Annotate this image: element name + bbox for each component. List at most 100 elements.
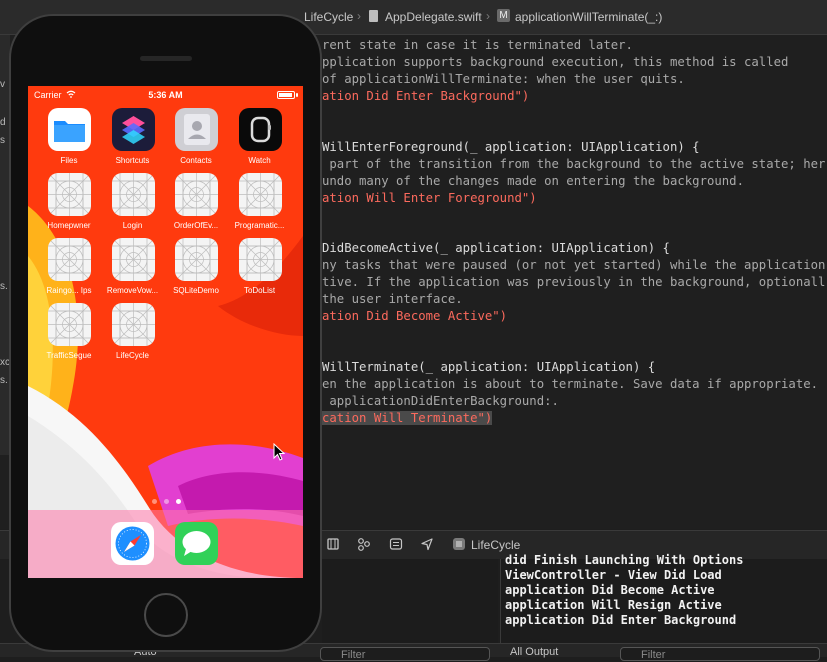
breadcrumb-file[interactable]: AppDelegate.swift <box>385 10 482 24</box>
code-line[interactable]: the user interface. <box>322 291 463 308</box>
strip-glyph: v <box>0 79 5 90</box>
page-indicator[interactable] <box>152 499 182 505</box>
view-hierarchy-icon[interactable] <box>326 537 340 551</box>
code-line[interactable]: tive. If the application was previously … <box>322 274 825 291</box>
code-text: tive. If the application was previously … <box>322 275 826 290</box>
console-output[interactable]: did Finish Launching With Options ViewCon… <box>500 553 827 643</box>
code-text: part of the transition from the backgrou… <box>322 156 826 171</box>
placeholder-app-icon <box>175 173 218 216</box>
app-label: RemoveVow... <box>106 286 159 295</box>
app-trafficsegue[interactable]: TrafficSegue <box>38 303 100 369</box>
app-watch[interactable]: Watch <box>229 108 291 174</box>
code-text: rent state in case it is terminated late… <box>322 38 633 52</box>
app-raingo-ips[interactable]: Raingo... Ips <box>38 238 100 304</box>
simulator-screen[interactable]: Carrier 5:36 AM Files Shortcuts Contacts Wa… <box>28 86 303 578</box>
code-line[interactable]: ation Did Enter Background") <box>322 88 529 105</box>
code-text: ation Did Enter Background") <box>322 88 530 103</box>
app-label: Login <box>122 221 143 230</box>
app-contacts[interactable]: Contacts <box>165 108 227 174</box>
app-label: TrafficSegue <box>46 351 92 360</box>
code-line[interactable]: WillTerminate(_ application: UIApplicati… <box>322 359 655 376</box>
code-line[interactable]: ny tasks that were paused (or not yet st… <box>322 257 825 274</box>
app-label: ToDoList <box>243 286 276 295</box>
console-line: ViewController - View Did Load <box>505 568 722 582</box>
code-text: of applicationWillTerminate: when the us… <box>322 71 685 86</box>
code-text: ny tasks that were paused (or not yet st… <box>322 258 826 273</box>
placeholder-app-icon <box>48 238 91 281</box>
page-dot-active <box>176 499 181 504</box>
code-line[interactable]: ation Did Become Active") <box>322 308 507 325</box>
strip-glyph: d <box>0 117 6 128</box>
page-dot <box>164 499 169 504</box>
code-text: pplication supports background execution… <box>322 54 789 69</box>
placeholder-app-icon <box>238 238 282 281</box>
code-line[interactable]: undo many of the changes made on enterin… <box>322 173 744 190</box>
messages-icon[interactable] <box>175 522 218 565</box>
home-button[interactable] <box>144 593 188 637</box>
code-line[interactable]: ation Will Enter Foreground") <box>322 190 537 207</box>
app-programatic[interactable]: Programatic... <box>229 173 291 239</box>
console-line: application Will Resign Active <box>505 598 722 612</box>
app-label: OrderOfEv... <box>173 221 219 230</box>
placeholder-app-icon <box>238 173 282 216</box>
app-label: Homepwner <box>47 221 91 230</box>
app-removevow[interactable]: RemoveVow... <box>102 238 164 304</box>
console-line: application Did Become Active <box>505 583 715 597</box>
code-text: the user interface. <box>322 292 463 307</box>
app-orderofev[interactable]: OrderOfEv... <box>165 173 227 239</box>
code-text: DidBecomeActive(_ application: UIApplica… <box>322 241 670 256</box>
app-files[interactable]: Files <box>38 108 100 174</box>
code-line[interactable]: rent state in case it is terminated late… <box>322 37 633 54</box>
app-todolist[interactable]: ToDoList <box>229 238 291 304</box>
code-line[interactable]: part of the transition from the backgrou… <box>322 156 825 173</box>
memory-graph-icon[interactable] <box>357 537 371 551</box>
output-selector[interactable]: All Output <box>510 646 558 658</box>
strip-glyph: s. <box>0 281 8 292</box>
scheme-label[interactable]: LifeCycle <box>471 538 520 552</box>
app-shortcuts[interactable]: Shortcuts <box>102 108 164 174</box>
app-sqlitedemo[interactable]: SQLiteDemo <box>165 238 227 304</box>
code-text: undo many of the changes made on enterin… <box>322 173 744 188</box>
app-lifecycle[interactable]: LifeCycle <box>102 303 164 369</box>
app-label: Files <box>60 156 78 165</box>
app-label: Shortcuts <box>115 156 150 165</box>
code-text: cation Will Terminate") <box>322 410 493 425</box>
breadcrumb-method[interactable]: applicationWillTerminate(_:) <box>515 10 662 24</box>
app-target-icon <box>453 538 465 550</box>
placeholder-app-icon <box>48 303 91 346</box>
variables-filter-input[interactable]: Filter <box>320 647 490 661</box>
app-login[interactable]: Login <box>102 173 164 239</box>
app-homepwner[interactable]: Homepwner <box>38 173 100 239</box>
app-label: Programatic... <box>234 221 285 230</box>
strip-glyph: s <box>0 135 5 146</box>
environment-overrides-icon[interactable] <box>389 537 403 551</box>
code-line[interactable]: pplication supports background execution… <box>322 54 788 71</box>
code-line[interactable]: WillEnterForeground(_ application: UIApp… <box>322 139 700 156</box>
app-label: LifeCycle <box>116 351 149 360</box>
code-line[interactable]: applicationDidEnterBackground:. <box>322 393 559 410</box>
breadcrumb-project[interactable]: LifeCycle <box>304 10 353 24</box>
app-label: SQLiteDemo <box>173 286 219 295</box>
chevron-right-icon: › <box>486 9 490 23</box>
device-speaker <box>140 56 192 61</box>
placeholder-app-icon <box>111 238 155 281</box>
shortcuts-icon <box>111 108 155 151</box>
code-line[interactable]: en the application is about to terminate… <box>322 376 825 393</box>
code-line[interactable]: cation Will Terminate") <box>322 410 493 427</box>
strip-glyph: s. <box>0 375 8 386</box>
location-icon[interactable] <box>420 537 434 551</box>
files-icon <box>48 108 91 151</box>
console-filter-input[interactable]: Filter <box>620 647 820 661</box>
code-line[interactable]: of applicationWillTerminate: when the us… <box>322 71 685 88</box>
swift-file-icon <box>369 10 378 22</box>
placeholder-app-icon <box>175 238 218 281</box>
dock <box>28 510 303 578</box>
app-label: Contacts <box>180 156 212 165</box>
status-time: 5:36 AM <box>148 90 183 100</box>
variables-view <box>322 559 498 643</box>
code-line[interactable]: DidBecomeActive(_ application: UIApplica… <box>322 240 670 257</box>
method-icon: M <box>497 9 510 22</box>
code-text: ation Did Become Active") <box>322 309 508 324</box>
safari-icon[interactable] <box>111 522 154 565</box>
code-text: WillTerminate(_ application: UIApplicati… <box>322 360 656 375</box>
